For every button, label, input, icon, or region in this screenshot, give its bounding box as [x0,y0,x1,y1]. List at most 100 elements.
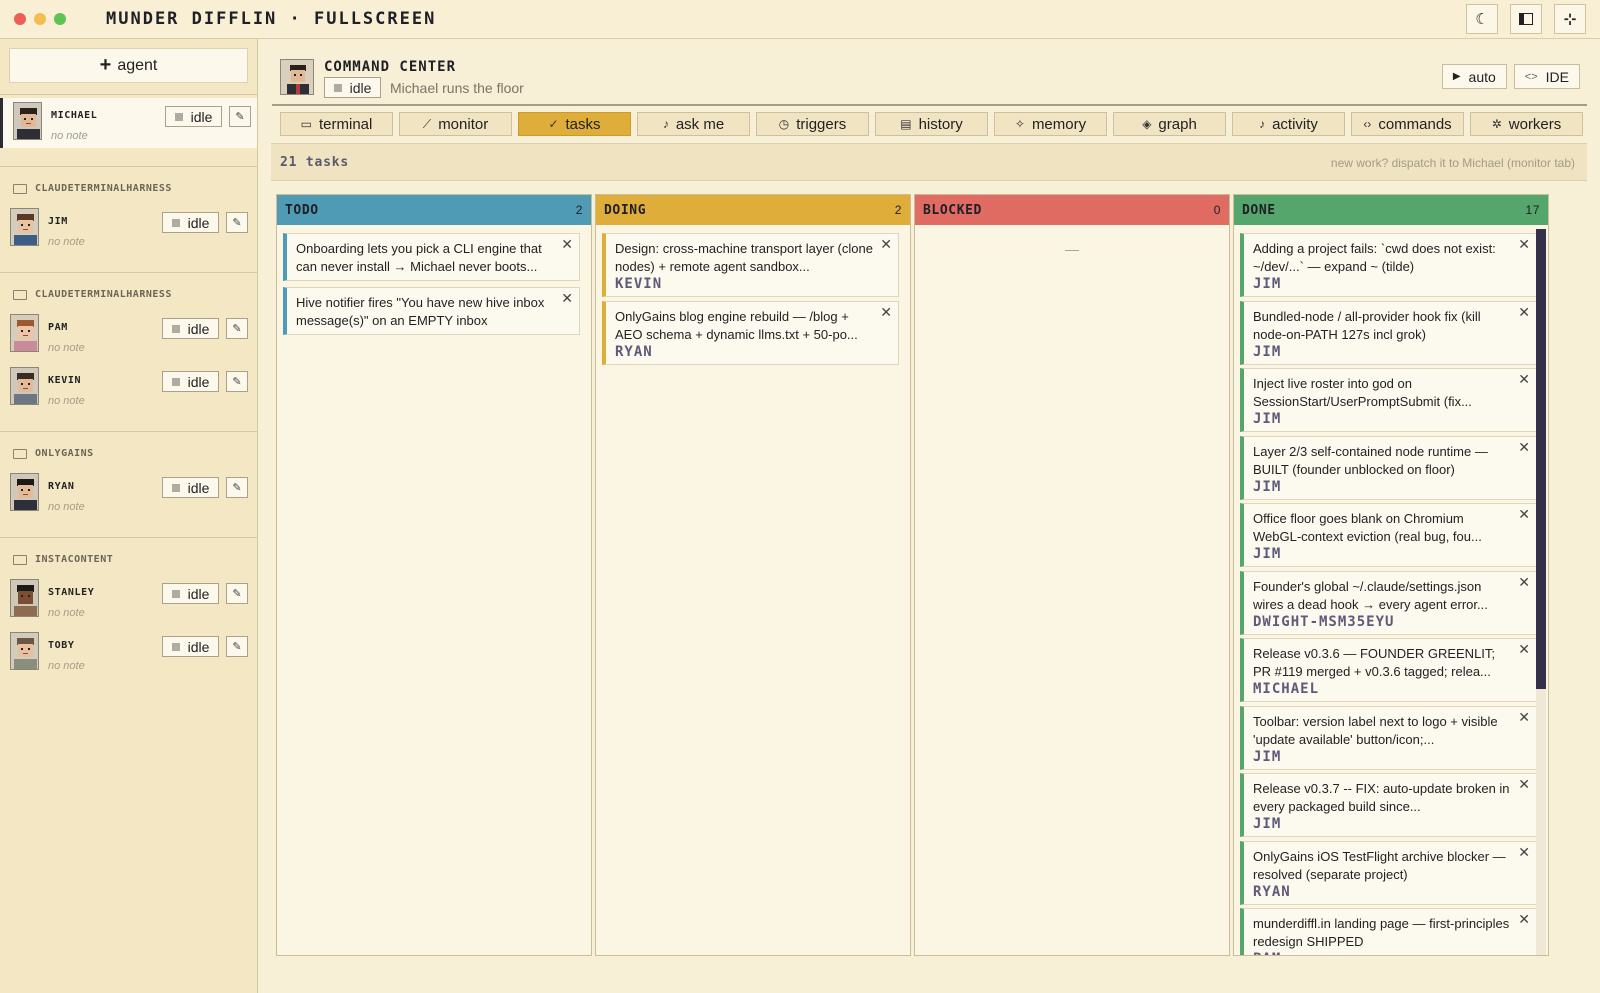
group-divider [0,272,257,273]
auto-button[interactable]: ▶ auto [1441,64,1507,89]
close-window-button[interactable] [14,13,26,25]
column-header: DOING 2 [596,195,910,225]
agent-status-button[interactable]: idle [162,318,219,339]
project-group-label[interactable]: INSTACONTENT [13,554,113,565]
tab-history[interactable]: ▤ history [875,112,988,136]
close-icon[interactable]: ✕ [561,290,573,307]
agent-status-button[interactable]: idle [162,636,219,657]
task-title: Inject live roster into god on SessionSt… [1253,376,1472,409]
add-agent-button[interactable]: + agent [9,48,248,83]
agent-row-kevin[interactable]: KEVIN no note idle ✎ [0,363,257,413]
agent-name: PAM [48,322,68,333]
play-icon: ▶ [1452,71,1461,82]
tab-graph[interactable]: ◈ graph [1113,112,1226,136]
folder-icon [13,448,27,459]
tab-ask-me[interactable]: ♪ ask me [637,112,750,136]
tasks-summary-bar: 21 tasks new work? dispatch it to Michae… [271,143,1587,181]
task-card[interactable]: Toolbar: version label next to logo + vi… [1240,706,1537,770]
agent-name: KEVIN [48,375,82,386]
task-card[interactable]: OnlyGains blog engine rebuild — /blog + … [602,301,899,365]
sparkle-icon: ✧ [1014,117,1025,131]
tab-commands[interactable]: ‹› commands [1351,112,1464,136]
close-icon[interactable]: ✕ [1518,506,1530,523]
task-card[interactable]: Bundled-node / all-provider hook fix (ki… [1240,301,1537,365]
task-assignee: DWIGHT-MSM35EYU [1253,614,1395,630]
app-title: MUNDER DIFFLIN · FULLSCREEN [106,9,437,29]
task-card[interactable]: Release v0.3.7 -- FIX: auto-update broke… [1240,773,1537,837]
task-card[interactable]: Release v0.3.6 — FOUNDER GREENLIT; PR #1… [1240,638,1537,702]
close-icon[interactable]: ✕ [1518,304,1530,321]
column-header: DONE 17 [1234,195,1548,225]
close-icon[interactable]: ✕ [880,236,892,253]
ide-button[interactable]: <> IDE [1513,64,1580,89]
agent-row-ryan[interactable]: RYAN no note idle ✎ [0,469,257,519]
tab-terminal[interactable]: ▭ terminal [280,112,393,136]
edit-note-button[interactable]: ✎ [226,583,248,604]
agent-name: JIM [48,216,68,227]
pencil-icon: ✎ [232,588,242,600]
close-icon[interactable]: ✕ [1518,439,1530,456]
tab-workers[interactable]: ✲ workers [1470,112,1583,136]
agent-row-pam[interactable]: PAM no note idle ✎ [0,310,257,360]
agent-status-button[interactable]: idle [162,212,219,233]
task-card[interactable]: Inject live roster into god on SessionSt… [1240,368,1537,432]
edit-note-button[interactable]: ✎ [226,477,248,498]
edit-note-button[interactable]: ✎ [226,318,248,339]
agent-status-button[interactable]: idle [162,477,219,498]
dark-mode-toggle[interactable]: ☾ [1466,4,1498,34]
tab-tasks[interactable]: ✓ tasks [518,112,631,136]
task-card[interactable]: Design: cross-machine transport layer (c… [602,233,899,297]
sidebar-toggle-button[interactable] [1510,4,1542,34]
agent-status-button[interactable]: idle [165,106,222,127]
tab-activity[interactable]: ♪ activity [1232,112,1345,136]
agent-status-button[interactable]: idle [162,371,219,392]
close-icon[interactable]: ✕ [1518,911,1530,928]
status-badge[interactable]: idle [324,77,381,98]
pencil-icon: ✎ [232,376,242,388]
project-group-label[interactable]: CLAUDETERMINALHARNESS [13,289,172,300]
task-card[interactable]: Office floor goes blank on Chromium WebG… [1240,503,1537,567]
tab-memory[interactable]: ✧ memory [994,112,1107,136]
edit-note-button[interactable]: ✎ [226,371,248,392]
task-title: Layer 2/3 self-contained node runtime — … [1253,444,1488,477]
agent-row-jim[interactable]: JIM no note idle ✎ [0,204,257,254]
task-card[interactable]: Hive notifier fires "You have new hive i… [283,287,580,335]
task-card[interactable]: Founder's global ~/.claude/settings.json… [1240,571,1537,635]
tab-label: memory [1031,115,1087,133]
project-group-label[interactable]: ONLYGAINS [13,448,94,459]
task-card[interactable]: Layer 2/3 self-contained node runtime — … [1240,436,1537,500]
close-icon[interactable]: ✕ [880,304,892,321]
edit-note-button[interactable]: ✎ [226,212,248,233]
status-square-icon [171,589,180,598]
project-group-label[interactable]: CLAUDETERMINALHARNESS [13,183,172,194]
close-icon[interactable]: ✕ [561,236,573,253]
task-card[interactable]: OnlyGains iOS TestFlight archive blocker… [1240,841,1537,905]
close-icon[interactable]: ✕ [1518,709,1530,726]
close-icon[interactable]: ✕ [1518,236,1530,253]
status-square-icon [174,112,183,121]
edit-note-button[interactable]: ✎ [226,636,248,657]
close-icon[interactable]: ✕ [1518,371,1530,388]
agent-row-michael[interactable]: MICHAEL no note idle ✎ [0,98,257,148]
tab-triggers[interactable]: ◷ triggers [756,112,869,136]
close-icon[interactable]: ✕ [1518,844,1530,861]
group-divider [0,431,257,432]
edit-note-button[interactable]: ✎ [229,106,251,127]
task-card[interactable]: Adding a project fails: `cwd does not ex… [1240,233,1537,297]
status-square-icon [171,324,180,333]
maximize-window-button[interactable] [54,13,66,25]
task-card[interactable]: Onboarding lets you pick a CLI engine th… [283,233,580,281]
agent-status-button[interactable]: idle [162,583,219,604]
agent-row-toby[interactable]: TOBY no note idle ✎ [0,628,257,678]
close-icon[interactable]: ✕ [1518,776,1530,793]
close-icon[interactable]: ✕ [1518,574,1530,591]
agent-row-stanley[interactable]: STANLEY no note idle ✎ [0,575,257,625]
exit-fullscreen-button[interactable]: ⊹ [1554,4,1586,34]
minimize-window-button[interactable] [34,13,46,25]
column-scrollbar-thumb[interactable] [1536,229,1546,689]
title-bar: MUNDER DIFFLIN · FULLSCREEN ☾ ⊹ [0,0,1600,39]
close-icon[interactable]: ✕ [1518,641,1530,658]
task-assignee: RYAN [615,344,653,360]
task-card[interactable]: munderdiffl.in landing page — first-prin… [1240,908,1537,955]
tab-monitor[interactable]: ⟋ monitor [399,112,512,136]
